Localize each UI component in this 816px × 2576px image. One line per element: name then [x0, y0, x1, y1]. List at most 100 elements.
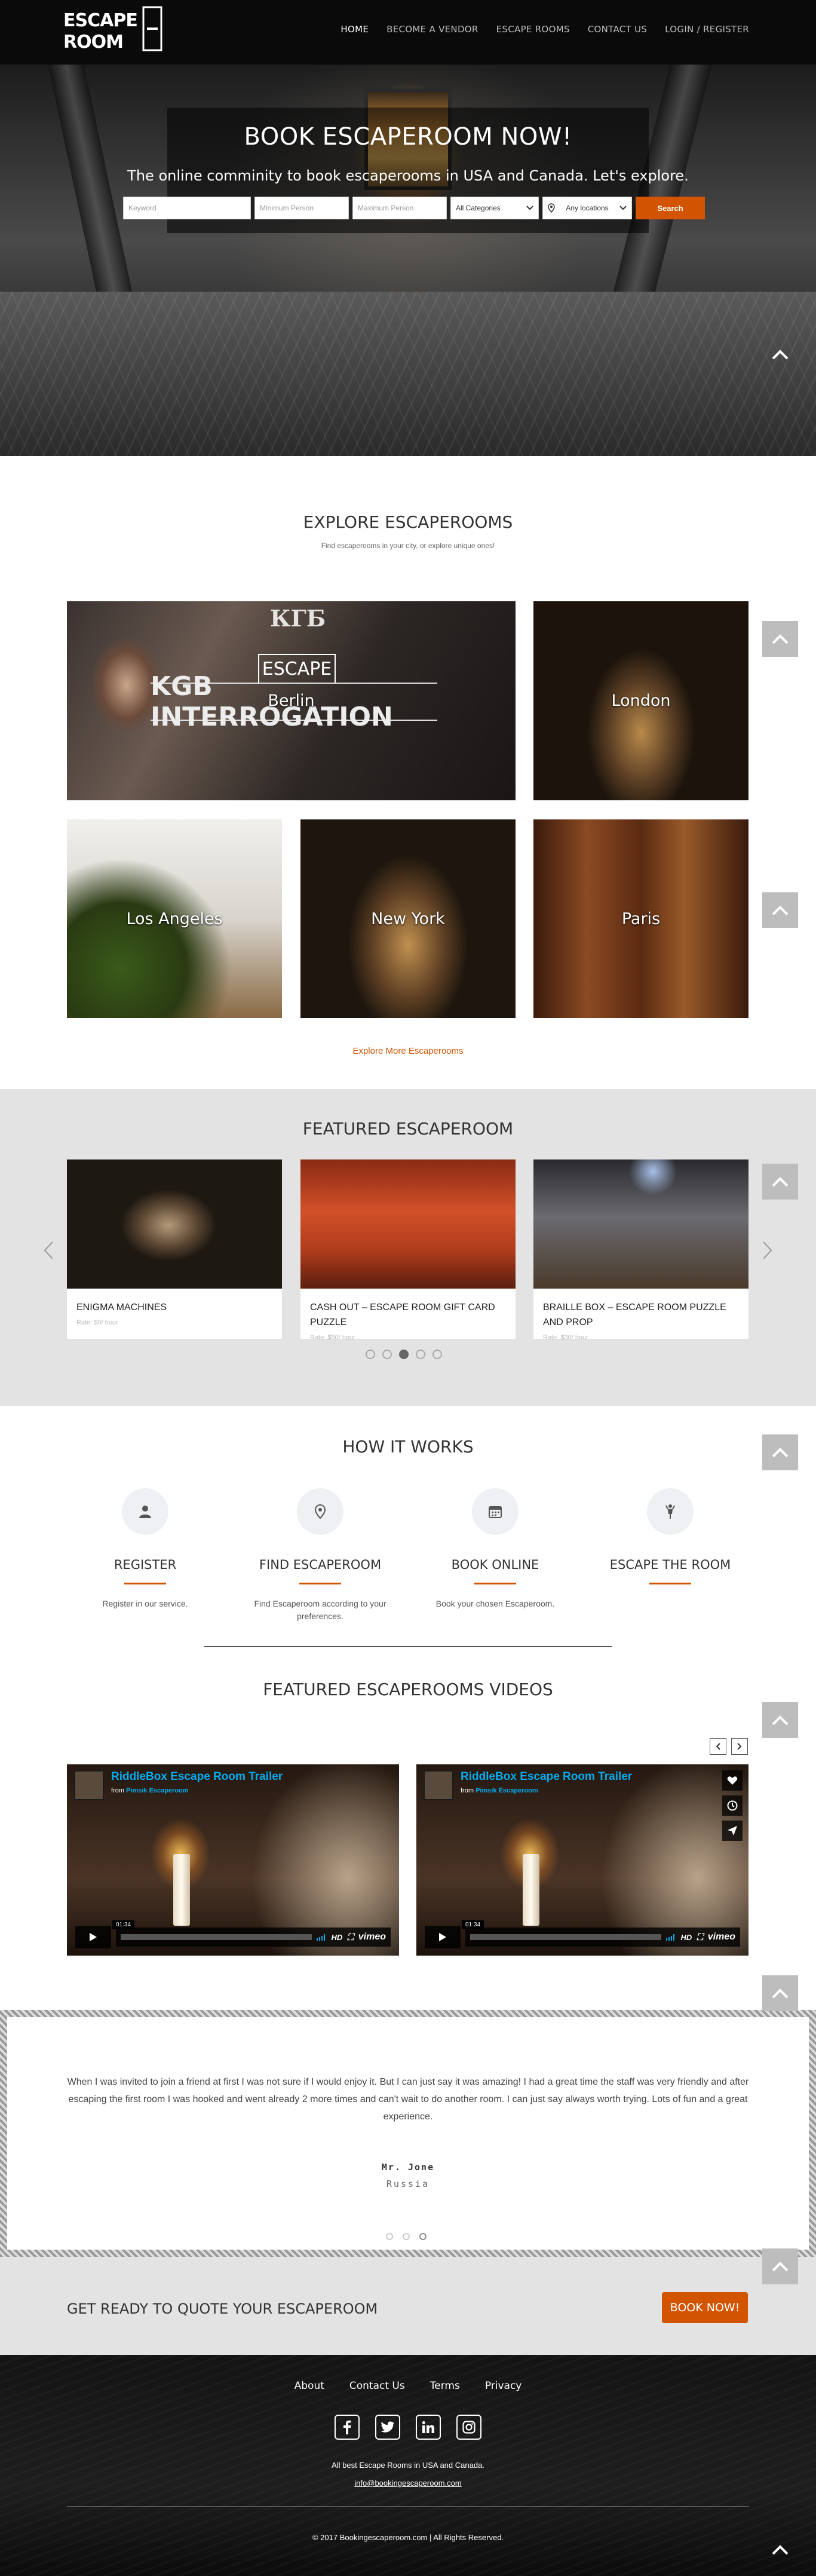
location-select[interactable]: Any locations	[542, 197, 632, 219]
nav-login-register[interactable]: LOGIN / REGISTER	[665, 24, 749, 35]
video-player[interactable]: RiddleBox Escape Room Trailer from Pimsi…	[416, 1764, 748, 1956]
share-button[interactable]	[722, 1821, 743, 1841]
carousel-dot[interactable]	[416, 1350, 425, 1359]
max-person-input[interactable]: Maximum Person	[352, 197, 447, 219]
testimonial-quote: When I was invited to join a friend at f…	[67, 2077, 749, 2122]
carousel-dot[interactable]	[366, 1350, 375, 1359]
footer-link-contact-us[interactable]: Contact Us	[349, 2380, 405, 2392]
step-underline	[299, 1583, 341, 1584]
site-header: ESCAPE ROOM HOME BECOME A VENDOR ESCAPE …	[0, 0, 816, 65]
video-progress-bar[interactable]	[470, 1934, 662, 1940]
explore-more-link[interactable]: Explore More Escaperooms	[0, 1046, 816, 1056]
footer-links: About Contact Us Terms Privacy	[0, 2380, 816, 2392]
carousel-prev-arrow[interactable]	[43, 1241, 54, 1260]
fullscreen-icon[interactable]: ⛶	[347, 1932, 354, 1942]
video-from-label: from	[111, 1787, 124, 1794]
chevron-up-icon	[772, 2262, 789, 2272]
explore-tile-paris[interactable]: Paris	[533, 819, 748, 1018]
featured-card[interactable]: BRAILLE BOX – ESCAPE ROOM PUZZLE AND PRO…	[533, 1159, 748, 1341]
explore-subtitle: Find escaperooms in your city, or explor…	[321, 541, 495, 550]
explore-tile-new-york[interactable]: New York	[300, 819, 516, 1018]
twitter-icon[interactable]	[375, 2415, 400, 2440]
volume-icon[interactable]	[666, 1933, 676, 1941]
channel-avatar[interactable]	[74, 1770, 104, 1800]
step-desc: Register in our service.	[102, 1599, 188, 1608]
testimonial-author: Mr. Jone	[381, 2162, 435, 2173]
featured-card[interactable]: CASH OUT – ESCAPE ROOM GIFT CARD PUZZLE …	[300, 1159, 516, 1341]
featured-card[interactable]: ENIGMA MACHINES Rate: $0/ hour	[67, 1159, 282, 1339]
nav-home[interactable]: HOME	[340, 24, 369, 35]
carousel-dot[interactable]	[403, 2233, 410, 2240]
featured-card-rate: Rate: $50/ hour	[310, 1333, 355, 1341]
video-player[interactable]: RiddleBox Escape Room Trailer from Pimsi…	[67, 1764, 399, 1956]
scroll-top-button[interactable]	[762, 621, 798, 657]
explore-tile-los-angeles[interactable]: Los Angeles	[67, 819, 282, 1018]
featured-card-title: CASH OUT – ESCAPE ROOM GIFT CARD PUZZLE	[310, 1302, 495, 1327]
video-channel[interactable]: Pimsik Escaperoom	[126, 1787, 189, 1794]
footer-link-about[interactable]: About	[295, 2380, 324, 2392]
nav-become-vendor[interactable]: BECOME A VENDOR	[386, 24, 478, 35]
channel-avatar[interactable]	[424, 1770, 453, 1800]
video-track: HD ⛶ vimeo	[116, 1928, 391, 1947]
how-it-works-title: HOW IT WORKS	[342, 1437, 474, 1457]
candle-image	[523, 1854, 539, 1926]
video-title[interactable]: RiddleBox Escape Room Trailer	[111, 1770, 283, 1783]
keyword-input[interactable]: Keyword	[123, 197, 251, 219]
scroll-top-button[interactable]	[762, 1164, 798, 1200]
hd-toggle[interactable]: HD	[331, 1933, 342, 1942]
hd-toggle[interactable]: HD	[680, 1933, 692, 1942]
scroll-top-button[interactable]	[762, 1702, 798, 1738]
explore-tile-berlin[interactable]: КГБ ESCAPE KGB INTERROGATION Berlin	[67, 601, 516, 800]
videos-prev-button[interactable]	[710, 1738, 726, 1755]
carousel-dot-active[interactable]	[399, 1350, 409, 1359]
featured-card-image	[300, 1159, 516, 1289]
fullscreen-icon[interactable]: ⛶	[697, 1932, 703, 1942]
testimonial-section	[0, 2010, 816, 2257]
vimeo-logo[interactable]: vimeo	[708, 1932, 735, 1942]
site-logo[interactable]: ESCAPE ROOM	[60, 4, 165, 56]
scroll-top-button[interactable]	[762, 1434, 798, 1470]
footer-link-terms[interactable]: Terms	[430, 2380, 460, 2392]
category-select[interactable]: All Categories	[450, 197, 539, 219]
nav-contact-us[interactable]: CONTACT US	[588, 24, 647, 35]
nav-escape-rooms[interactable]: ESCAPE ROOMS	[496, 24, 570, 35]
search-button[interactable]: Search	[636, 197, 705, 219]
carousel-dot[interactable]	[382, 1350, 392, 1359]
scroll-top-button[interactable]	[762, 1975, 798, 2011]
step-escape-the-room: ESCAPE THE ROOM	[602, 1488, 739, 1598]
video-from: from Pimsik Escaperoom	[111, 1787, 189, 1794]
scroll-top-button[interactable]	[762, 2248, 798, 2284]
vimeo-logo[interactable]: vimeo	[358, 1932, 386, 1942]
volume-icon[interactable]	[317, 1933, 326, 1941]
footer-email-link[interactable]: info@bookingescaperoom.com	[0, 2479, 816, 2488]
min-person-input[interactable]: Minimum Person	[254, 197, 349, 219]
book-now-button[interactable]: BOOK NOW!	[662, 2292, 748, 2323]
carousel-dot[interactable]	[386, 2233, 393, 2240]
carousel-dot[interactable]	[432, 1350, 442, 1359]
play-button[interactable]	[425, 1926, 461, 1948]
scroll-top-button[interactable]	[762, 892, 798, 928]
step-underline	[649, 1583, 691, 1584]
scroll-top-button[interactable]	[762, 336, 798, 372]
map-pin-icon	[297, 1488, 343, 1535]
step-desc: Find Escaperoom according to your prefer…	[254, 1599, 386, 1621]
scroll-top-button[interactable]	[762, 2532, 798, 2568]
linkedin-icon[interactable]	[416, 2415, 441, 2440]
footer-link-privacy[interactable]: Privacy	[485, 2380, 522, 2392]
videos-next-button[interactable]	[731, 1738, 748, 1755]
instagram-icon[interactable]	[456, 2415, 481, 2440]
like-button[interactable]	[722, 1770, 743, 1791]
tile-label-london: London	[611, 692, 671, 710]
video-title[interactable]: RiddleBox Escape Room Trailer	[461, 1770, 632, 1783]
carousel-dot-active[interactable]	[419, 2233, 427, 2240]
carousel-next-arrow[interactable]	[762, 1241, 773, 1260]
facebook-icon[interactable]	[335, 2415, 360, 2440]
video-channel[interactable]: Pimsik Escaperoom	[476, 1787, 538, 1794]
watch-later-button[interactable]	[722, 1795, 743, 1816]
footer-tagline: All best Escape Rooms in USA and Canada.	[332, 2461, 484, 2470]
play-button[interactable]	[75, 1926, 111, 1948]
tile-label-paris: Paris	[621, 909, 661, 928]
section-divider	[204, 1646, 612, 1647]
video-progress-bar[interactable]	[121, 1934, 312, 1940]
explore-tile-london[interactable]: London	[533, 601, 748, 800]
